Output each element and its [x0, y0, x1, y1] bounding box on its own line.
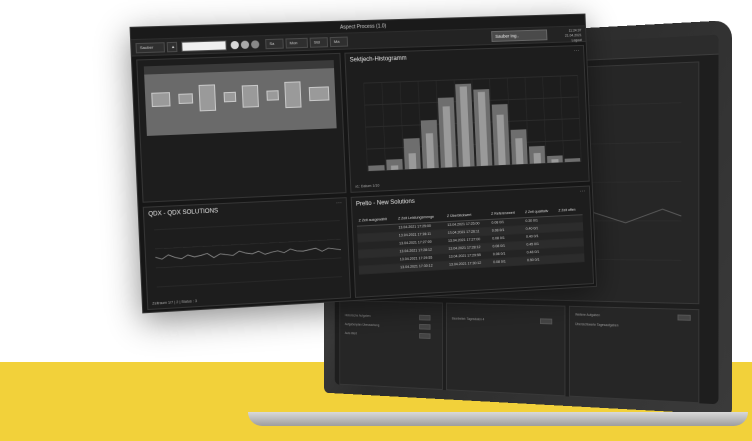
histogram-panel: Sektjech-Histogramm ··· x1: Datum 1/10 [344, 44, 590, 193]
table-cell: 0.50 0/1 [524, 254, 559, 265]
histogram-gridline [364, 75, 578, 83]
table-cell [358, 263, 399, 274]
qdx-gridline [155, 239, 340, 249]
diagram-node[interactable] [241, 84, 259, 108]
qdx-title: QDX - QDX SOLUTIONS [148, 208, 219, 218]
process-diagram [144, 68, 337, 136]
user-button[interactable]: Sauber Ing.. [491, 29, 548, 42]
table-cell: 13.04.2021 17:30:12 [398, 260, 448, 272]
histogram-overlay-bar [515, 138, 524, 165]
histogram-overlay-bar [390, 165, 399, 171]
qdx-menu-icon[interactable]: ··· [336, 200, 342, 206]
histogram-footer: x1: Datum 1/10 [355, 183, 380, 189]
qdx-series-line [155, 246, 341, 261]
laptop-label-more: Weitere Aufgaben [575, 312, 600, 318]
dropdown-2[interactable]: Mon [285, 37, 309, 49]
qdx-line-chart [148, 214, 349, 295]
laptop-edit-button[interactable] [539, 318, 553, 325]
histogram-bar [564, 158, 581, 163]
histogram-overlay-bar [551, 159, 559, 163]
table-cell: 0.08 0/1 [491, 256, 526, 267]
diagram-node[interactable] [284, 81, 302, 109]
solutions-table: Z Zeit ausgewählt Z Zeit Leistungsmenge Z … [356, 204, 585, 274]
diagram-node[interactable] [223, 91, 237, 103]
dashboard-window: Aspect Process (1.0) Sauber ▲ Sa Mon Std… [129, 13, 598, 314]
workspace-select[interactable]: Sauber [135, 42, 166, 54]
table-menu-icon[interactable]: ··· [580, 189, 586, 195]
user-icon[interactable] [250, 40, 260, 49]
histogram-overlay-bar [408, 153, 417, 170]
table-cell: 13.04.2021 17:30:12 [446, 258, 492, 269]
laptop-tasks-panel: Historische Aufgaben Aufgabenplan Überwa… [339, 299, 443, 390]
product-hero-stage: Monat Jahr Historische Aufgaben [0, 0, 752, 441]
process-diagram-panel [136, 52, 347, 203]
histogram-title: Sektjech-Histogramm [349, 55, 407, 64]
laptop-button-3[interactable] [419, 333, 431, 339]
solutions-table-panel: Prelto - New Solutions ··· Z Zeit ausgew… [350, 185, 595, 298]
histogram-chart [349, 62, 587, 182]
histogram-bar [368, 165, 386, 172]
laptop-base [248, 412, 748, 426]
diagram-node[interactable] [308, 86, 330, 102]
diagram-node[interactable] [198, 84, 217, 112]
search-icon[interactable] [230, 40, 240, 50]
histogram-menu-icon[interactable]: ··· [574, 48, 580, 54]
diagram-node[interactable] [266, 90, 279, 101]
qdx-gridline [156, 258, 341, 268]
laptop-label-monitoring: Aufgabenplan Überwachung [344, 322, 380, 328]
laptop-label-auto-value: Auto Wert [344, 331, 357, 336]
laptop-edit-panel: Bearbeitet: Tagesdaten 4 [446, 302, 566, 397]
histogram-overlay-bar [425, 133, 435, 169]
qdx-footer: Zeitraum 1/7 | 2 | Status : 3 [152, 299, 198, 306]
laptop-label-overview: Übersichtwerte Tagesaufgaben [575, 322, 619, 328]
laptop-button-1[interactable] [419, 314, 431, 321]
laptop-label-edited: Bearbeitet: Tagesdaten 4 [451, 316, 485, 322]
qdx-gridline [157, 277, 342, 287]
dropdown-3[interactable]: Std [309, 37, 329, 48]
laptop-more-button[interactable] [677, 314, 691, 321]
laptop-more-panel: Weitere Aufgaben Übersichtwerte Tagesauf… [568, 305, 700, 404]
table-cell [558, 253, 585, 263]
histogram-overlay-bar [533, 152, 542, 164]
laptop-label-historical: Historische Aufgaben [344, 313, 371, 318]
laptop-button-2[interactable] [419, 323, 431, 330]
diagram-node[interactable] [151, 92, 171, 108]
user-meta: 11:24:37 21.04.2021 Logout [565, 28, 582, 43]
settings-icon[interactable] [240, 40, 250, 49]
dropdown-1[interactable]: Sa [265, 38, 284, 50]
diagram-node[interactable] [178, 93, 194, 105]
dropdown-4[interactable]: Ma [329, 36, 349, 48]
qdx-gridline [154, 221, 339, 230]
qdx-panel: QDX - QDX SOLUTIONS ··· Zeitraum 1/7 | 2… [142, 197, 352, 311]
table-title: Prelto - New Solutions [355, 198, 415, 208]
zoom-control[interactable]: ▲ [166, 41, 178, 53]
search-input[interactable] [181, 40, 227, 52]
logout-link[interactable]: Logout [565, 38, 582, 43]
